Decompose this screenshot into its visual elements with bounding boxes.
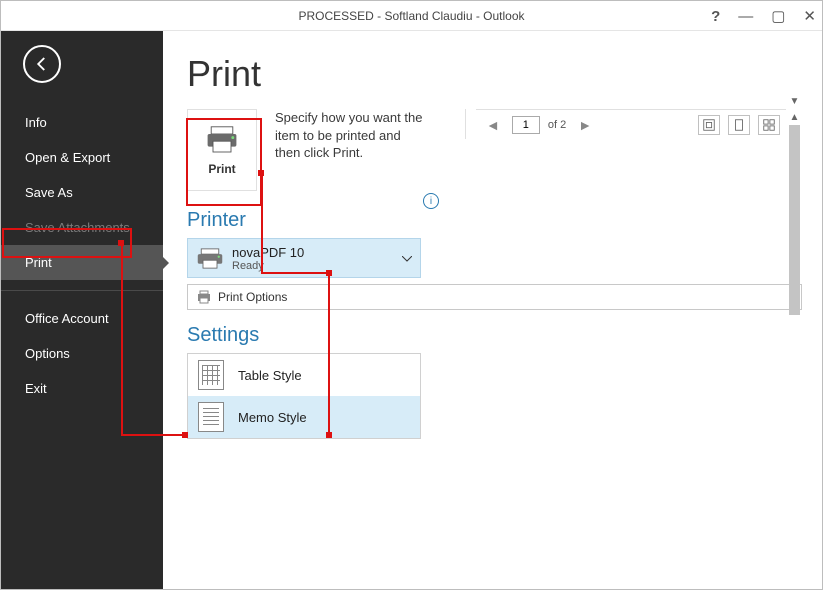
sidebar-item-exit[interactable]: Exit (1, 371, 163, 406)
style-label: Table Style (238, 368, 302, 383)
memo-style-icon (198, 402, 224, 432)
printer-info-icon[interactable]: i (423, 193, 439, 209)
sidebar-item-label: Options (25, 346, 70, 361)
print-panel: Print Print Specify how you want the ite… (163, 31, 822, 589)
print-button-label: Print (208, 162, 235, 176)
printer-options-icon (196, 290, 212, 304)
sidebar-item-label: Info (25, 115, 47, 130)
multi-page-button[interactable] (758, 115, 780, 135)
app-window: PROCESSED - Softland Claudiu - Outlook ?… (0, 0, 823, 590)
printer-status: Ready (232, 260, 304, 272)
print-button[interactable]: Print (187, 109, 257, 191)
help-icon[interactable]: ? (711, 8, 720, 25)
sidebar-item-label: Print (25, 255, 52, 270)
window-title: PROCESSED - Softland Claudiu - Outlook (298, 9, 524, 23)
backstage-sidebar: Info Open & Export Save As Save Attachme… (1, 31, 163, 589)
style-label: Memo Style (238, 410, 307, 425)
printer-icon (196, 247, 224, 269)
preview-pager: ◄ of 2 ► (476, 109, 786, 139)
one-page-button[interactable] (728, 115, 750, 135)
prev-page-button[interactable]: ◄ (482, 117, 504, 133)
style-memo[interactable]: Memo Style (188, 396, 420, 438)
printer-name: novaPDF 10 (232, 245, 304, 260)
printer-dropdown[interactable]: novaPDF 10 Ready (187, 238, 421, 278)
sidebar-item-save-attachments: Save Attachments (1, 210, 163, 245)
sidebar-item-label: Exit (25, 381, 47, 396)
close-icon[interactable]: ✕ (803, 7, 816, 25)
actual-size-button[interactable] (698, 115, 720, 135)
back-button[interactable] (23, 45, 61, 83)
sidebar-item-label: Open & Export (25, 150, 110, 165)
settings-heading: Settings (187, 324, 802, 347)
sidebar-item-save-as[interactable]: Save As (1, 175, 163, 210)
page-number-input[interactable] (512, 116, 540, 134)
chevron-down-icon (402, 249, 412, 267)
sidebar-item-options[interactable]: Options (1, 336, 163, 371)
sidebar-item-label: Save Attachments (25, 220, 130, 235)
restore-icon[interactable]: ▢ (771, 7, 785, 25)
menu-separator (1, 290, 163, 291)
scroll-up-icon[interactable]: ▲ (787, 109, 802, 125)
page-title: Print (187, 53, 802, 95)
sidebar-item-info[interactable]: Info (1, 105, 163, 140)
minimize-icon[interactable]: — (738, 8, 753, 25)
scroll-down-icon[interactable]: ▼ (787, 93, 802, 109)
titlebar: PROCESSED - Softland Claudiu - Outlook ?… (1, 1, 822, 31)
print-options-label: Print Options (218, 290, 287, 304)
print-style-list: Table Style Memo Style (187, 353, 421, 439)
sidebar-item-open-export[interactable]: Open & Export (1, 140, 163, 175)
scroll-thumb[interactable] (789, 125, 800, 315)
sidebar-item-label: Office Account (25, 311, 109, 326)
print-preview-pane: Softland Claudiu From:novaPDF <info@nova… (465, 109, 802, 139)
print-options-button[interactable]: Print Options (187, 284, 802, 310)
printer-heading: Printer (187, 209, 421, 232)
style-table[interactable]: Table Style (188, 354, 420, 396)
arrow-left-icon (33, 55, 51, 73)
print-description: Specify how you want the item to be prin… (275, 109, 425, 162)
page-count-label: of 2 (548, 119, 566, 131)
sidebar-item-label: Save As (25, 185, 73, 200)
printer-icon (204, 124, 240, 154)
table-style-icon (198, 360, 224, 390)
sidebar-item-print[interactable]: Print (1, 245, 163, 280)
next-page-button[interactable]: ► (574, 117, 596, 133)
sidebar-item-office-account[interactable]: Office Account (1, 301, 163, 336)
